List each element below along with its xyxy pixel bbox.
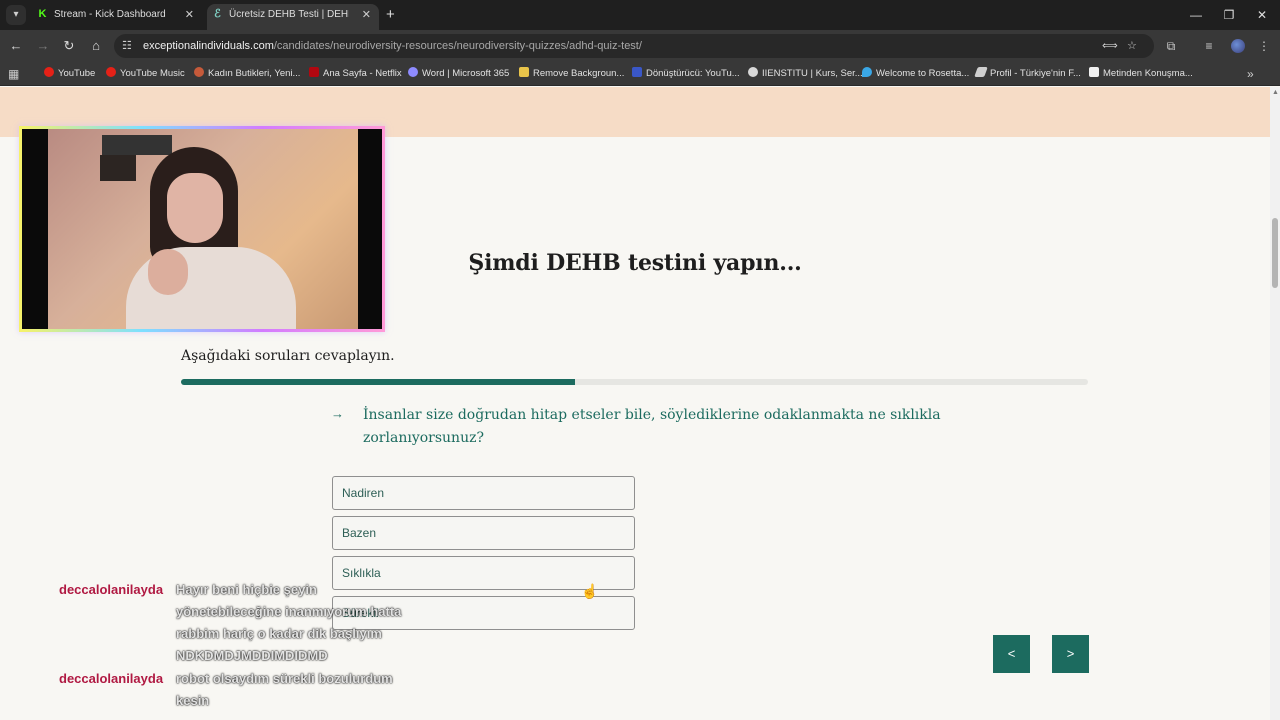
tab-title: Stream - Kick Dashboard <box>54 9 166 20</box>
tab-kick-dashboard[interactable]: K Stream - Kick Dashboard ✕ <box>32 4 202 30</box>
forward-icon[interactable]: → <box>34 37 52 55</box>
youtube-icon <box>44 67 54 77</box>
browser-toolbar: ← → ↻ ⌂ ☷ exceptionalindividuals.com/can… <box>0 30 1280 62</box>
bookmark-word[interactable]: Word | Microsoft 365 <box>408 66 509 82</box>
next-question-button[interactable]: > <box>1052 635 1089 673</box>
bookmark-kadin-butikleri[interactable]: Kadın Butikleri, Yeni... <box>194 66 300 82</box>
bookmark-rosetta[interactable]: Welcome to Rosetta... <box>862 66 969 82</box>
butik-icon <box>194 67 204 77</box>
menu-icon[interactable]: ⋮ <box>1256 38 1272 54</box>
more-bookmarks-icon[interactable]: » <box>1247 66 1254 82</box>
arrow-right-icon: → <box>331 406 344 421</box>
answer-option-bazen[interactable]: Bazen <box>332 516 635 550</box>
window-close-icon[interactable]: ✕ <box>1252 5 1272 25</box>
bookmark-profil[interactable]: Profil - Türkiye'nin F... <box>974 66 1081 82</box>
bookmark-netflix[interactable]: Ana Sayfa - Netflix <box>309 66 402 82</box>
url-path: /candidates/neurodiversity-resources/neu… <box>273 40 642 52</box>
wall-frame <box>102 135 172 155</box>
streamer-face <box>167 173 223 243</box>
rosetta-icon <box>862 67 872 77</box>
mouse-cursor-icon: ☝ <box>581 583 599 599</box>
bookmark-label: Kadın Butikleri, Yeni... <box>208 68 301 79</box>
bookmark-star-icon[interactable]: ☆ <box>1127 38 1137 54</box>
bookmark-youtube[interactable]: YouTube <box>44 66 95 82</box>
converter-icon <box>632 67 642 77</box>
netflix-icon <box>309 67 319 77</box>
page-title: Şimdi DEHB testini yapın... <box>468 250 802 276</box>
home-icon[interactable]: ⌂ <box>87 37 105 55</box>
microsoft-365-icon <box>408 67 418 77</box>
scroll-up-icon[interactable]: ▲ <box>1272 89 1279 96</box>
new-tab-button[interactable]: + <box>386 5 395 25</box>
scrollbar-thumb[interactable] <box>1272 218 1278 288</box>
url-text[interactable]: exceptionalindividuals.com/candidates/ne… <box>143 34 642 58</box>
close-tab-icon[interactable]: ✕ <box>185 4 194 26</box>
bookmark-metinden[interactable]: Metinden Konuşma... <box>1089 66 1193 82</box>
tab-strip: ▾ K Stream - Kick Dashboard ✕ ℰ Ücretsiz… <box>0 0 1280 30</box>
youtube-music-icon <box>106 67 116 77</box>
chat-message: robot olsaydım sürekli bozulurdum kesin <box>176 671 393 708</box>
bookmark-iienstitu[interactable]: IIENSTITU | Kurs, Ser... <box>748 66 863 82</box>
bookmark-label: YouTube <box>58 68 96 79</box>
answer-option-nadiren[interactable]: Nadiren <box>332 476 635 510</box>
chat-username: deccalolanilayda <box>59 582 164 597</box>
quiz-progress-fill <box>181 379 575 385</box>
minimize-icon[interactable]: — <box>1186 5 1206 25</box>
url-domain: exceptionalindividuals.com <box>143 40 274 52</box>
remove-bg-icon <box>519 67 529 77</box>
bookmark-label: YouTube Music <box>120 68 185 79</box>
site-info-icon[interactable]: ☷ <box>122 38 132 54</box>
bookmark-youtube-music[interactable]: YouTube Music <box>106 66 185 82</box>
chat-message: Hayır beni hiçbie şeyin yönetebileceğine… <box>176 582 402 663</box>
page-scrollbar[interactable]: ▲ <box>1270 87 1280 720</box>
pen-icon <box>974 67 988 77</box>
quiz-progress-bar <box>181 379 1088 385</box>
bookmark-label: Dönüştürücü: YouTu... <box>646 68 740 79</box>
quiz-question: İnsanlar size doğrudan hitap etseler bil… <box>363 407 941 446</box>
bookmark-remove-bg[interactable]: Remove Backgroun... <box>519 66 624 82</box>
bookmark-donusturucu[interactable]: Dönüştürücü: YouTu... <box>632 66 740 82</box>
bookmark-label: Profil - Türkiye'nin F... <box>990 68 1081 79</box>
profile-avatar[interactable] <box>1231 39 1245 53</box>
extensions-icon[interactable]: ⧉ <box>1163 38 1179 54</box>
iienstitu-icon <box>748 67 758 77</box>
restore-icon[interactable]: ❐ <box>1219 5 1239 25</box>
wall-frame <box>100 155 136 181</box>
bookmark-label: Ana Sayfa - Netflix <box>323 68 402 79</box>
address-bar[interactable]: ☷ exceptionalindividuals.com/candidates/… <box>114 34 1154 58</box>
chat-username: deccalolanilayda <box>59 671 164 686</box>
apps-grid-icon[interactable]: ▦ <box>8 67 19 81</box>
reload-icon[interactable]: ↻ <box>60 37 78 55</box>
bookmark-label: IIENSTITU | Kurs, Ser... <box>762 68 863 79</box>
previous-question-button[interactable]: < <box>993 635 1030 673</box>
bookmark-label: Welcome to Rosetta... <box>876 68 970 79</box>
site-favicon-icon: ℰ <box>214 8 221 20</box>
bookmark-label: Word | Microsoft 365 <box>422 68 510 79</box>
media-controls-icon[interactable]: ≡ <box>1201 38 1217 54</box>
tab-search-icon[interactable]: ▾ <box>6 5 26 25</box>
tts-icon <box>1089 67 1099 77</box>
webcam-overlay <box>19 126 385 332</box>
bookmark-label: Remove Backgroun... <box>533 68 625 79</box>
close-tab-icon[interactable]: ✕ <box>362 4 371 26</box>
translate-icon[interactable]: ⟺ <box>1102 38 1118 54</box>
bookmark-label: Metinden Konuşma... <box>1103 68 1193 79</box>
tab-title: Ücretsiz DEHB Testi | DEHB'im V <box>229 9 349 20</box>
tab-adhd-test[interactable]: ℰ Ücretsiz DEHB Testi | DEHB'im V ✕ <box>207 4 379 30</box>
kick-favicon-icon: K <box>38 8 47 20</box>
quiz-instruction: Aşağıdaki soruları cevaplayın. <box>181 348 395 364</box>
back-icon[interactable]: ← <box>7 37 25 55</box>
